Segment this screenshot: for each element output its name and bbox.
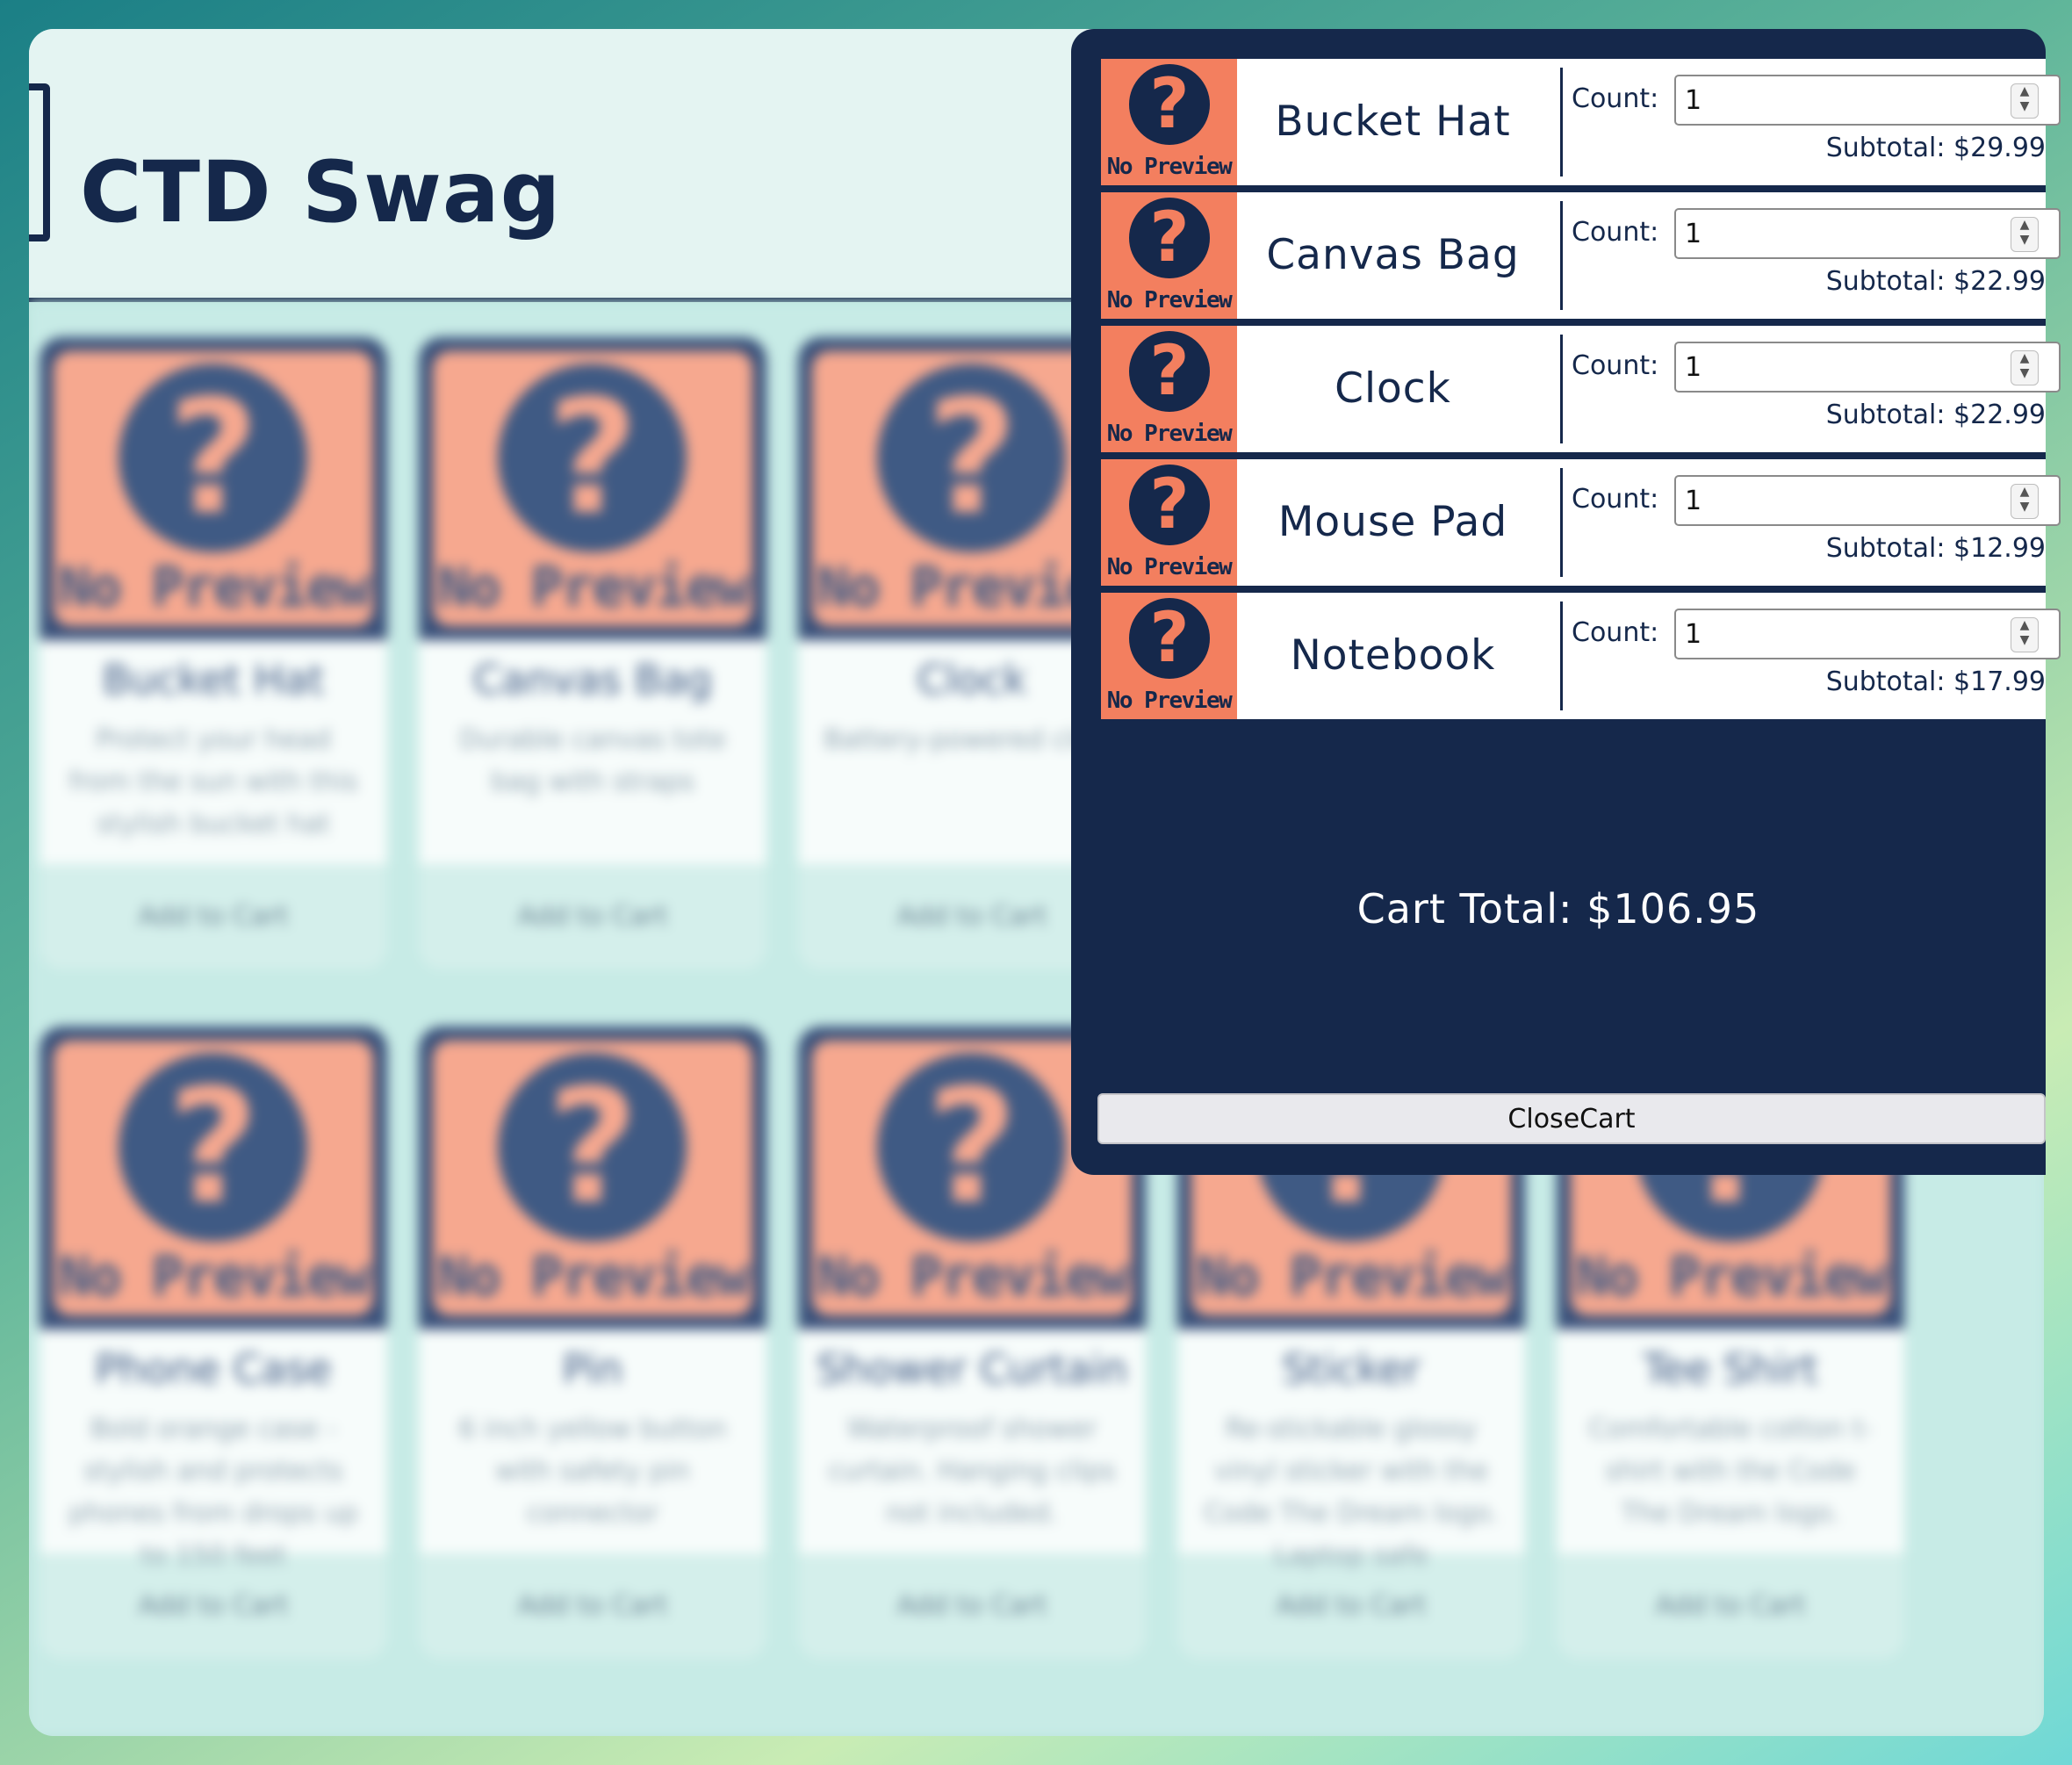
no-preview-label: No Preview <box>817 1244 1128 1308</box>
product-name: Canvas Bag <box>472 656 713 703</box>
no-preview-label: No Preview <box>1106 154 1233 180</box>
product-image: ?No Preview <box>40 1027 387 1329</box>
add-to-cart-button[interactable]: Add to Cart <box>1177 1553 1525 1659</box>
cart-item-name: Clock <box>1335 364 1451 413</box>
no-preview-label: No Preview <box>1106 287 1233 313</box>
divider <box>1560 201 1563 310</box>
count-input[interactable] <box>1674 609 2061 659</box>
question-mark-icon: ? <box>1149 198 1190 277</box>
item-thumbnail: ? No Preview <box>1101 459 1237 586</box>
item-subtotal: Subtotal: $22.99 <box>1825 400 2046 430</box>
product-card: ? No Preview Pin 6 inch yellow button wit… <box>419 1027 766 1659</box>
no-preview-label: No Preview <box>1575 1244 1887 1308</box>
item-subtotal: Subtotal: $12.99 <box>1825 533 2046 564</box>
product-card: ? No Preview Bucket Hat Protect your head… <box>40 337 387 969</box>
product-description: 6 inch yellow button with safety pin con… <box>458 1414 727 1529</box>
cart-item: ? No Preview Canvas Bag Count: ▲▼ Subtot… <box>1101 192 2061 319</box>
cart-item: ? No Preview Bucket Hat Count: ▲▼ Subtot… <box>1101 59 2061 185</box>
no-preview-label: No Preview <box>1106 554 1233 580</box>
question-mark-icon: ? <box>167 1055 260 1239</box>
cart-panel: ? No Preview Bucket Hat Count: ▲▼ Subtot… <box>1071 29 2061 1175</box>
question-mark-icon: ? <box>1149 332 1190 411</box>
no-preview-label: No Preview <box>1106 421 1233 447</box>
question-mark-icon: ? <box>546 366 639 550</box>
count-label: Count: <box>1572 217 1659 248</box>
count-label: Count: <box>1572 83 1659 114</box>
no-preview-label: No Preview <box>1196 1244 1507 1308</box>
question-mark-icon: ? <box>1149 599 1190 678</box>
product-description: Comfortable cotton t-shirt with the Code… <box>1588 1414 1873 1529</box>
question-mark-icon: ? <box>546 1055 639 1239</box>
count-label: Count: <box>1572 617 1659 648</box>
product-description: Durable canvas tote bag with straps <box>459 724 726 797</box>
item-subtotal: Subtotal: $22.99 <box>1825 266 2046 297</box>
no-preview-label: No Preview <box>437 1244 749 1308</box>
cart-item-name: Mouse Pad <box>1277 498 1508 546</box>
product-description: Waterproof shower curtain. Hanging clips… <box>828 1414 1116 1529</box>
cart-item-name: Notebook <box>1290 631 1496 680</box>
no-preview-label: No Preview <box>58 555 370 619</box>
question-mark-icon: ? <box>1149 465 1190 544</box>
site-title: CTD Swag <box>80 143 562 241</box>
product-name: Sticker <box>1282 1345 1421 1393</box>
count-input[interactable] <box>1674 208 2061 259</box>
item-thumbnail: ? No Preview <box>1101 326 1237 452</box>
count-label: Count: <box>1572 350 1659 381</box>
product-name: Pin <box>562 1345 623 1393</box>
divider <box>1560 602 1563 710</box>
product-description: Re-stickable glossy vinyl sticker with t… <box>1204 1414 1499 1571</box>
logo-bracket <box>29 83 50 241</box>
no-preview-label: No Preview <box>58 1244 370 1308</box>
product-card: ? No Preview Canvas Bag Durable canvas to… <box>419 337 766 969</box>
stepper-icon[interactable]: ▲ ▼ <box>2011 217 2039 252</box>
product-image: ?No Preview <box>419 337 766 640</box>
add-to-cart-button[interactable]: Add to Cart <box>798 1553 1146 1659</box>
add-to-cart-button[interactable]: Add to Cart <box>40 864 387 969</box>
close-cart-button[interactable]: CloseCart <box>1097 1093 2046 1144</box>
item-subtotal: Subtotal: $17.99 <box>1825 666 2046 697</box>
cart-item: ? No Preview Notebook Count: ▲▼ Subtotal… <box>1101 593 2061 719</box>
item-subtotal: Subtotal: $29.99 <box>1825 133 2046 163</box>
item-thumbnail: ? No Preview <box>1101 192 1237 319</box>
divider <box>1560 468 1563 577</box>
product-description: Bold orange case - stylish and protects … <box>68 1414 358 1571</box>
count-label: Count: <box>1572 484 1659 515</box>
question-mark-icon: ? <box>1149 65 1190 144</box>
count-input[interactable] <box>1674 75 2061 126</box>
add-to-cart-button[interactable]: Add to Cart <box>419 864 766 969</box>
product-name: Tee Shirt <box>1643 1345 1818 1393</box>
cart-item: ? No Preview Mouse Pad Count: ▲▼ Subtota… <box>1101 459 2061 586</box>
cart-total: Cart Total: $106.95 <box>1356 885 1760 933</box>
item-thumbnail: ? No Preview <box>1101 593 1237 719</box>
item-thumbnail: ? No Preview <box>1101 59 1237 185</box>
add-to-cart-button[interactable]: Add to Cart <box>1557 1553 1904 1659</box>
stepper-icon[interactable]: ▲ ▼ <box>2011 617 2039 652</box>
add-to-cart-button[interactable]: Add to Cart <box>419 1553 766 1659</box>
product-name: Phone Case <box>95 1345 332 1393</box>
add-to-cart-button[interactable]: Add to Cart <box>40 1553 387 1659</box>
cart-item: ? No Preview Clock Count: ▲▼ Subtotal: $… <box>1101 326 2061 452</box>
stepper-icon[interactable]: ▲ ▼ <box>2011 350 2039 385</box>
cart-item-name: Canvas Bag <box>1266 231 1520 279</box>
divider <box>1560 68 1563 176</box>
count-input[interactable] <box>1674 342 2061 393</box>
product-name: Bucket Hat <box>102 656 325 703</box>
count-input[interactable] <box>1674 475 2061 526</box>
no-preview-label: No Preview <box>437 555 749 619</box>
no-preview-label: No Preview <box>1106 688 1233 714</box>
cart-item-name: Bucket Hat <box>1275 97 1511 146</box>
product-description: Protect your head from the sun with this… <box>68 724 358 839</box>
stepper-icon[interactable]: ▲ ▼ <box>2011 484 2039 519</box>
product-image: ?No Preview <box>419 1027 766 1329</box>
product-name: Shower Curtain <box>816 1345 1128 1393</box>
stepper-icon[interactable]: ▲ ▼ <box>2011 83 2039 119</box>
product-card: ? No Preview Phone Case Bold orange case … <box>40 1027 387 1659</box>
product-image: ?No Preview <box>40 337 387 640</box>
question-mark-icon: ? <box>167 366 260 550</box>
divider <box>1560 335 1563 443</box>
